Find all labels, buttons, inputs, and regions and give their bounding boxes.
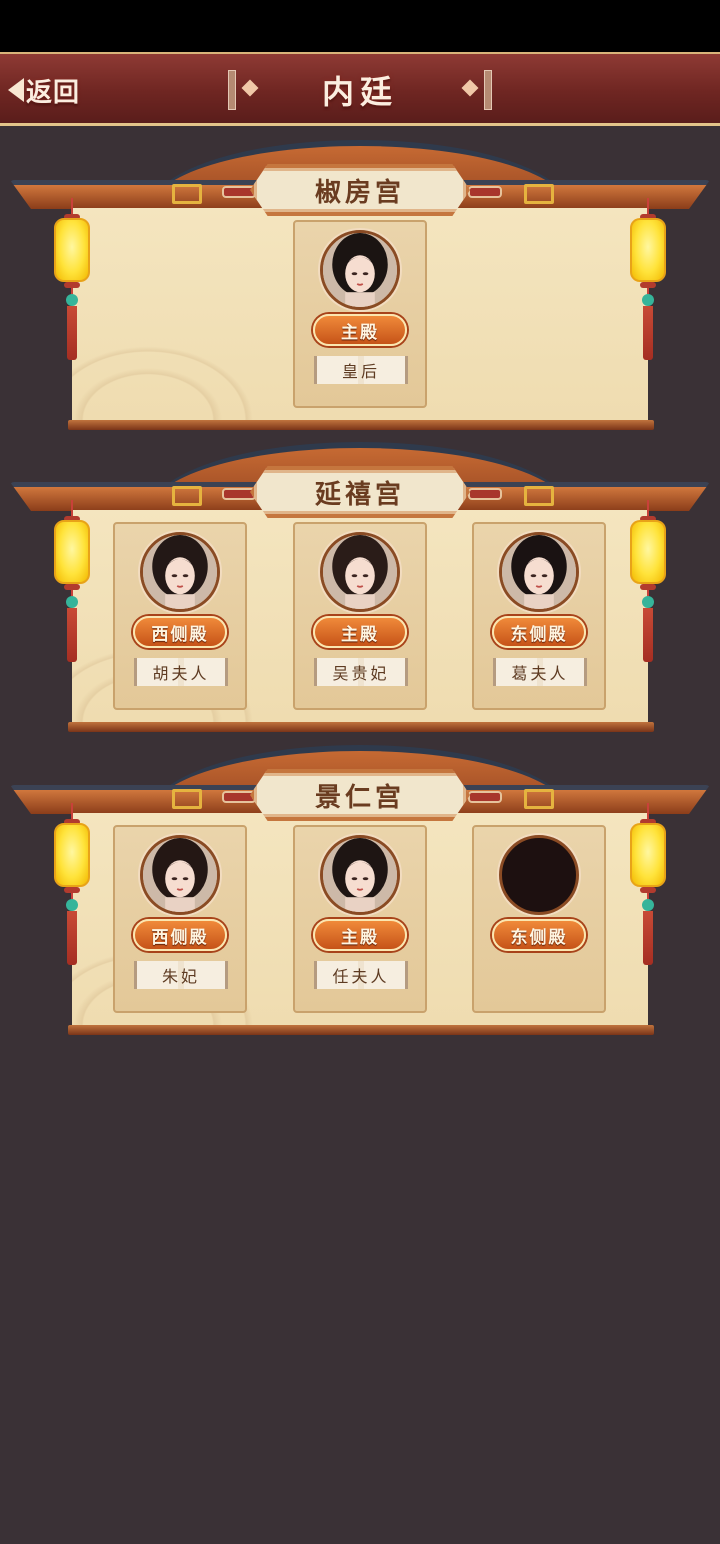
portrait-icon (143, 535, 217, 609)
consort-slot[interactable]: 西侧殿 胡夫人 (113, 522, 247, 710)
gold-ornament-icon (172, 486, 202, 506)
lantern-icon (52, 198, 92, 368)
avatar (140, 532, 220, 612)
back-label: 返回 (26, 77, 81, 108)
gold-ornament-icon (172, 789, 202, 809)
consort-slot[interactable]: 东侧殿 (472, 825, 606, 1013)
cloud-pattern (72, 340, 262, 420)
portrait-icon (143, 838, 217, 912)
plaque-pin (222, 488, 256, 500)
avatar (320, 230, 400, 310)
diamond-icon (461, 79, 479, 97)
palace-name: 延禧宫 (314, 479, 405, 510)
palace-name: 景仁宫 (314, 782, 405, 813)
title-bracket-right (484, 70, 492, 110)
gold-ornament-icon (524, 184, 554, 204)
consort-slot[interactable]: 主殿 吴贵妃 (293, 522, 427, 710)
plaque-pin (468, 791, 502, 803)
hall-badge: 东侧殿 (492, 616, 586, 648)
consort-name: 皇后 (341, 362, 380, 381)
gold-ornament-icon (524, 486, 554, 506)
page-title: 内廷 (321, 73, 398, 111)
consort-slot[interactable]: 东侧殿 葛夫人 (472, 522, 606, 710)
plaque-pin (468, 488, 502, 500)
consort-name: 胡夫人 (152, 664, 210, 683)
hall-badge: 主殿 (313, 919, 407, 951)
consort-name: 朱妃 (161, 967, 200, 986)
lantern-icon (52, 500, 92, 670)
palace-plaque: 椒房宫 (250, 164, 470, 216)
portrait-icon (323, 233, 397, 307)
hall-label: 东侧殿 (510, 624, 568, 645)
palace-plaque: 景仁宫 (250, 769, 470, 821)
title-frame: 内廷 (228, 68, 492, 112)
consort-name: 任夫人 (332, 967, 390, 986)
consort-name-tag: 吴贵妃 (314, 658, 408, 686)
consort-name: 葛夫人 (511, 664, 569, 683)
palace-section: 景仁宫 西侧殿 朱妃 主殿 任夫人 东侧殿 (0, 745, 720, 1045)
consort-slot[interactable]: 西侧殿 朱妃 (113, 825, 247, 1013)
status-bar (0, 0, 720, 52)
back-button[interactable]: 返回 (8, 72, 80, 108)
consort-name-tag: 胡夫人 (134, 658, 228, 686)
hall-badge: 西侧殿 (133, 919, 227, 951)
plaque-pin (468, 186, 502, 198)
consort-slot[interactable]: 主殿 任夫人 (293, 825, 427, 1013)
palace-section: 椒房宫 主殿 皇后 (0, 140, 720, 440)
back-arrow-icon (8, 78, 24, 102)
lantern-icon (628, 500, 668, 670)
avatar (140, 835, 220, 915)
avatar (320, 532, 400, 612)
hall-label: 主殿 (341, 322, 379, 343)
lantern-icon (52, 803, 92, 973)
gold-ornament-icon (524, 789, 554, 809)
hall-label: 西侧殿 (151, 927, 209, 948)
consort-name-tag: 葛夫人 (493, 658, 587, 686)
base-beam (68, 420, 654, 430)
gold-ornament-icon (172, 184, 202, 204)
hall-label: 东侧殿 (510, 927, 568, 948)
hall-badge: 主殿 (313, 616, 407, 648)
consort-name-tag: 朱妃 (134, 961, 228, 989)
hall-badge: 西侧殿 (133, 616, 227, 648)
consort-slot[interactable]: 主殿 皇后 (293, 220, 427, 408)
portrait-icon (502, 535, 576, 609)
empty-avatar (499, 835, 579, 915)
diamond-icon (241, 79, 259, 97)
consort-name-tag: 皇后 (314, 356, 408, 384)
lantern-icon (628, 803, 668, 973)
avatar (320, 835, 400, 915)
title-bracket-left (228, 70, 236, 110)
hall-badge: 主殿 (313, 314, 407, 346)
portrait-icon (323, 535, 397, 609)
consort-name-tag: 任夫人 (314, 961, 408, 989)
hall-label: 主殿 (341, 624, 379, 645)
hall-label: 主殿 (341, 927, 379, 948)
lantern-icon (628, 198, 668, 368)
avatar (499, 532, 579, 612)
palace-section: 延禧宫 西侧殿 胡夫人 主殿 吴贵妃 东侧殿 葛夫人 (0, 442, 720, 742)
portrait-icon (323, 838, 397, 912)
top-bar: 返回 内廷 (0, 52, 720, 126)
palace-plaque: 延禧宫 (250, 466, 470, 518)
consort-name: 吴贵妃 (332, 664, 390, 683)
base-beam (68, 722, 654, 732)
base-beam (68, 1025, 654, 1035)
plaque-pin (222, 186, 256, 198)
plaque-pin (222, 791, 256, 803)
hall-label: 西侧殿 (151, 624, 209, 645)
hall-badge: 东侧殿 (492, 919, 586, 951)
palace-name: 椒房宫 (314, 177, 405, 208)
